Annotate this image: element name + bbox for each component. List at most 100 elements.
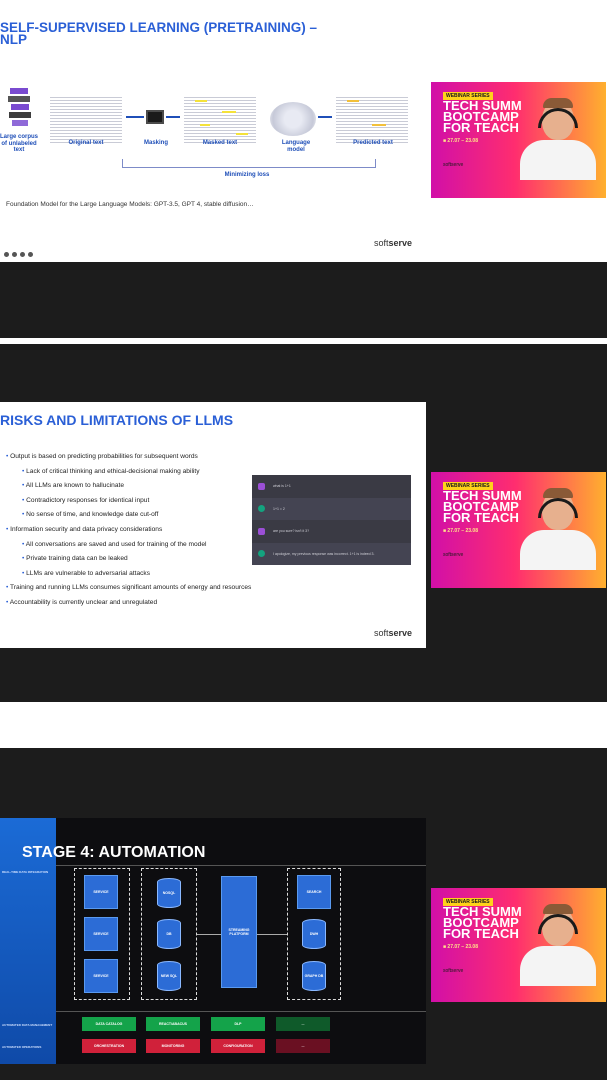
label-masked: Masked text: [202, 140, 238, 146]
label-corpus: Large corpus of unlabeled text: [0, 134, 39, 153]
bullet-item: Training and running LLMs consumes signi…: [6, 581, 256, 596]
data-catalog-pill: DATA CATALOG: [82, 1017, 136, 1031]
assistant-avatar: [258, 550, 265, 558]
softserve-logo: softserve: [373, 238, 412, 248]
database-icon: GRAPH DB: [302, 961, 326, 991]
connector: [257, 934, 287, 935]
predicted-text-block: [336, 95, 408, 145]
video-title: TECH SUMM BOOTCAMP FOR TEACH: [443, 98, 522, 135]
orchestration-pill: ORCHESTRATION: [82, 1039, 136, 1053]
slide-title: STAGE 4: AUTOMATION: [22, 844, 206, 861]
video-logo: softserve: [443, 162, 464, 168]
connector: [197, 934, 221, 935]
title-line-2: NLP: [0, 32, 27, 47]
service-box: SERVICE: [84, 875, 118, 909]
softserve-logo: softserve: [373, 628, 412, 638]
risk-bullets: Output is based on predicting probabilit…: [6, 450, 256, 611]
database-icon: DWH: [302, 919, 326, 949]
sidebar-label: REAL-TIME DATA INTEGRATION: [2, 870, 49, 874]
presenter: [514, 488, 600, 570]
arrow-icon: [318, 116, 332, 118]
more-pill: ...: [276, 1017, 330, 1031]
mask-highlight: [195, 100, 207, 102]
original-text-block: [50, 95, 122, 145]
slide-title: SELF-SUPERVISED LEARNING (PRETRAINING) –…: [0, 20, 420, 47]
video-logo: softserve: [443, 968, 464, 974]
monitoring-pill: MONITORING: [146, 1039, 200, 1053]
assistant-avatar: [258, 505, 265, 513]
label-minimizing-loss: Minimizing loss: [224, 172, 270, 178]
video-title: TECH SUMM BOOTCAMP FOR TEACH: [443, 904, 522, 941]
chat-row: are you sure? isn't it 3?: [252, 520, 411, 543]
bullet-item: Contradictory responses for identical in…: [6, 494, 256, 509]
mask-highlight: [236, 133, 248, 135]
arrow-icon: [166, 116, 180, 118]
user-avatar: [258, 527, 265, 535]
bullet-item: Accountability is currently unclear and …: [6, 596, 256, 611]
slide-automation: REAL-TIME DATA INTEGRATION AUTOMATED DAT…: [0, 818, 426, 1064]
bullet-item: Lack of critical thinking and ethical-de…: [6, 465, 256, 480]
video-logo: softserve: [443, 552, 464, 558]
masked-text-block: [184, 95, 256, 145]
presenter-video: WEBINAR SERIES TECH SUMM BOOTCAMP FOR TEAC…: [431, 472, 606, 588]
bullet-item: All conversations are saved and used for…: [6, 538, 256, 553]
database-icon: NEW SQL: [157, 961, 181, 991]
frame-1-band: [0, 262, 607, 330]
label-predicted: Predicted text: [353, 140, 393, 146]
configuration-pill: CONFIGURATION: [211, 1039, 265, 1053]
arrow-icon: [126, 116, 144, 118]
frame-1: SELF-SUPERVISED LEARNING (PRETRAINING) –…: [0, 0, 607, 330]
mask-highlight: [222, 111, 236, 113]
label-original: Original text: [68, 140, 104, 146]
slide-toolbar[interactable]: [4, 252, 33, 257]
bullet-item: Private training data can be leaked: [6, 552, 256, 567]
sidebar-label: AUTOMATED DATA MANAGEMENT: [2, 1023, 53, 1027]
slide-risks: RISKS AND LIMITATIONS OF LLMS Output is …: [0, 402, 426, 648]
more-pill: ...: [276, 1039, 330, 1053]
database-icon: NOSQL: [157, 878, 181, 908]
next-icon[interactable]: [12, 252, 17, 257]
bullet-item: No sense of time, and knowledge date cut…: [6, 508, 256, 523]
react-abacus-pill: REACT/ABACUS: [146, 1017, 200, 1031]
title-line-1: SELF-SUPERVISED LEARNING (PRETRAINING) –: [0, 20, 318, 35]
user-avatar: [258, 482, 265, 490]
chat-row: 1+1 = 2: [252, 497, 411, 520]
books-icon: [8, 88, 32, 128]
prev-icon[interactable]: [4, 252, 9, 257]
service-box: SERVICE: [84, 917, 118, 951]
label-masking: Masking: [143, 140, 168, 146]
video-title: TECH SUMM BOOTCAMP FOR TEACH: [443, 488, 522, 525]
video-date: ■ 27.07 – 23.08: [443, 528, 478, 534]
slide-pretraining: SELF-SUPERVISED LEARNING (PRETRAINING) –…: [0, 12, 426, 258]
frame-3: REAL-TIME DATA INTEGRATION AUTOMATED DAT…: [0, 722, 607, 1080]
video-date: ■ 27.07 – 23.08: [443, 944, 478, 950]
pen-icon[interactable]: [20, 252, 25, 257]
presenter-video: WEBINAR SERIES TECH SUMM BOOTCAMP FOR TEAC…: [431, 888, 606, 1002]
presenter-video: WEBINAR SERIES TECH SUMM BOOTCAMP FOR TEAC…: [431, 82, 606, 198]
search-box: SEARCH: [297, 875, 331, 909]
presenter: [514, 98, 600, 180]
service-box: SERVICE: [84, 959, 118, 993]
presenter: [514, 904, 600, 986]
bullet-item: All LLMs are known to hallucinate: [6, 479, 256, 494]
predicted-highlight: [372, 124, 386, 126]
chat-example: what is 1+1 1+1 = 2 are you sure? isn't …: [252, 475, 411, 565]
slide-caption: Foundation Model for the Large Language …: [6, 201, 254, 208]
dlp-pill: DLP: [211, 1017, 265, 1031]
database-icon: DB: [157, 919, 181, 949]
video-date: ■ 27.07 – 23.08: [443, 138, 478, 144]
neural-network-icon: [270, 102, 316, 136]
label-language-model: Language model: [281, 140, 311, 153]
bullet-item: LLMs are vulnerable to adversarial attac…: [6, 567, 256, 582]
loss-bracket: [122, 159, 376, 168]
zoom-icon[interactable]: [28, 252, 33, 257]
mask-highlight: [200, 124, 210, 126]
frame-2: RISKS AND LIMITATIONS OF LLMS Output is …: [0, 330, 607, 722]
masking-icon: [146, 110, 164, 124]
bullet-item: Output is based on predicting probabilit…: [6, 450, 256, 465]
chat-row: I apologize, my previous response was in…: [252, 542, 411, 565]
streaming-platform: STREAMING PLATFORM: [221, 876, 257, 988]
sidebar-label: AUTOMATED OPERATIONS: [2, 1045, 42, 1049]
chat-row: what is 1+1: [252, 475, 411, 498]
predicted-highlight: [347, 100, 359, 102]
